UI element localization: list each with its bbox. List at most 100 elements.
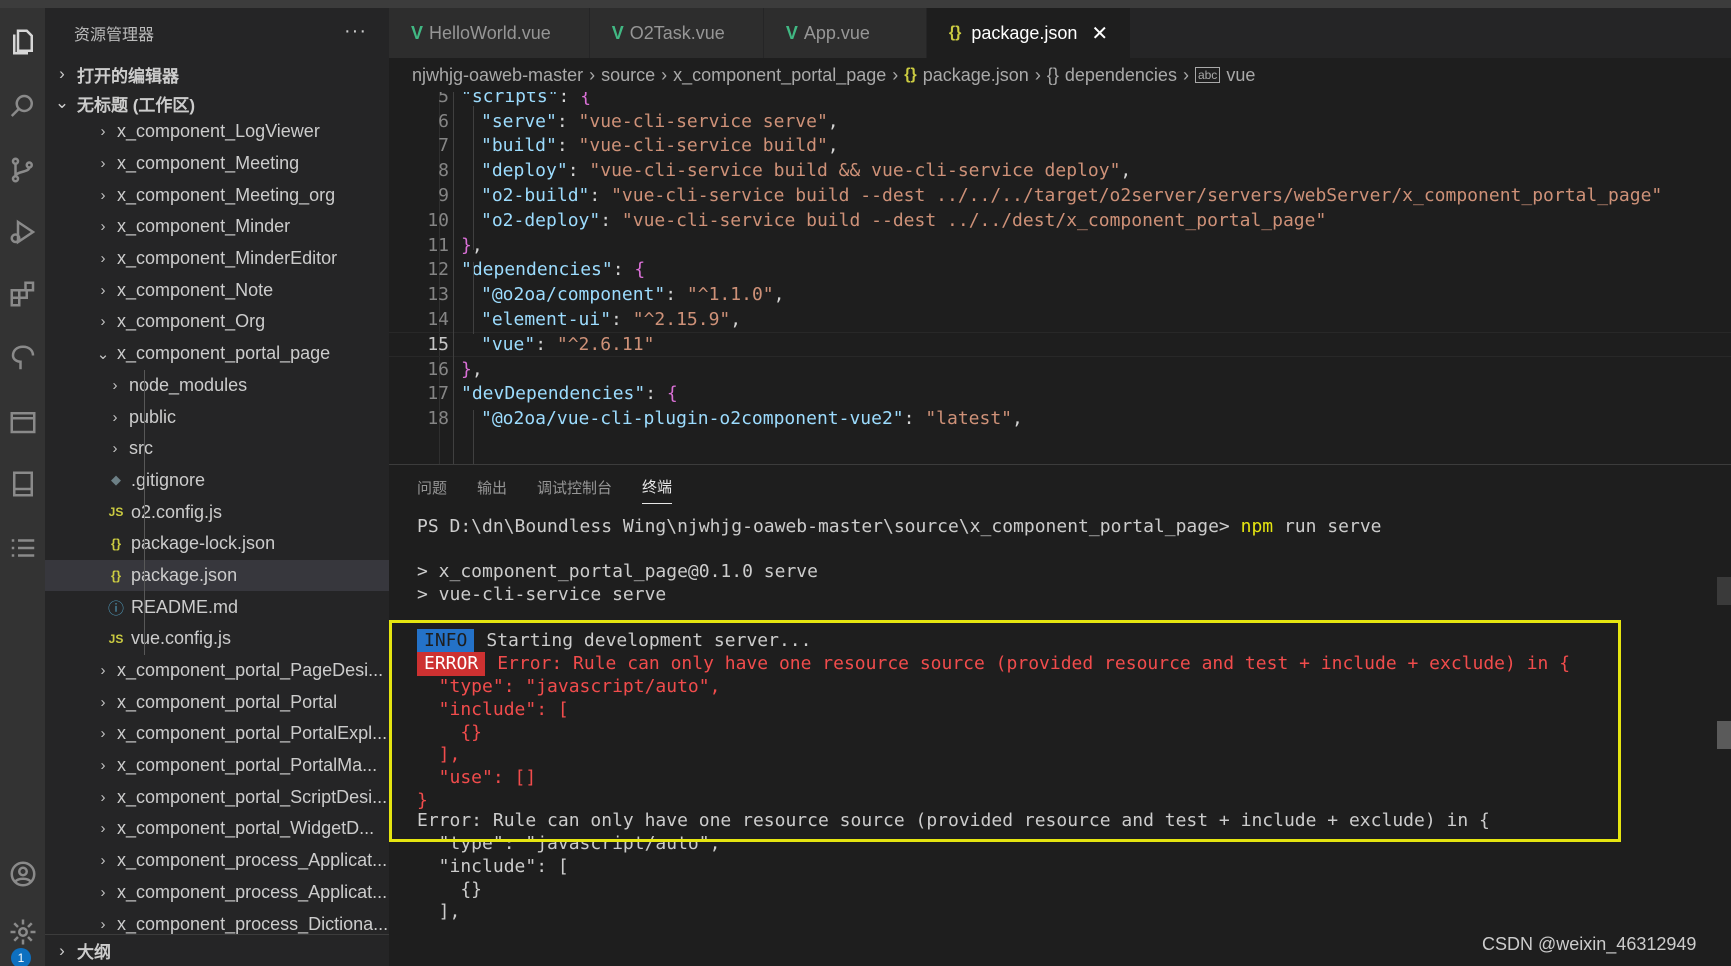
tree-item-label: x_component_Meeting_org — [117, 184, 336, 205]
tree-item[interactable]: › x_component_process_Applicat... — [45, 877, 389, 909]
tree-item[interactable]: › public — [45, 401, 389, 433]
tree-item-label: x_component_process_Dictiona... — [117, 913, 389, 934]
code-token: "vue-cli-service serve" — [578, 110, 828, 132]
more-actions-icon[interactable]: ··· — [344, 20, 367, 43]
code-token: : — [600, 209, 622, 231]
panel-tab[interactable]: 输出 — [477, 471, 507, 504]
code-token: } — [461, 234, 472, 256]
tree-item[interactable]: ◆ .gitignore — [45, 465, 389, 497]
line-number: 12 — [427, 259, 449, 281]
remote-icon[interactable] — [0, 334, 45, 382]
plain-detail-line: "include": [ — [417, 855, 569, 877]
tree-item[interactable]: › x_component_Org — [45, 306, 389, 338]
panel-tab[interactable]: 调试控制台 — [537, 471, 612, 504]
source-control-icon[interactable] — [0, 146, 45, 194]
code-token: : — [665, 284, 687, 306]
file-tree: › x_component_LogViewer › x_component_Meeti… — [45, 116, 389, 940]
tree-item[interactable]: › src — [45, 433, 389, 465]
tree-item[interactable]: JS o2.config.js — [45, 496, 389, 528]
code-token: { — [634, 259, 646, 281]
sidebar-title: 资源管理器 — [74, 27, 155, 44]
line-number: 11 — [427, 234, 449, 256]
tree-item[interactable]: › x_component_portal_Portal — [45, 686, 389, 718]
chevron-right-icon: › — [112, 408, 118, 426]
chevron-right-icon: › — [100, 281, 106, 299]
panel-tab[interactable]: 终端 — [642, 470, 673, 504]
workspace-section[interactable]: ⌄ 无标题 (工作区) — [45, 90, 389, 116]
files-icon[interactable] — [0, 18, 45, 66]
title-strip — [0, 0, 1731, 8]
tree-item-label: package-lock.json — [131, 533, 276, 554]
extensions-icon[interactable] — [0, 270, 45, 318]
tree-item[interactable]: ⓘ README.md — [45, 591, 389, 623]
tree-item[interactable]: › x_component_portal_PortalMa... — [45, 750, 389, 782]
editor-tab-bar: V HelloWorld.vue V O2Task.vue V App.vue{} pack… — [389, 8, 1731, 58]
open-editors-section[interactable]: › 打开的编辑器 — [45, 58, 389, 90]
tab-o2task-vue[interactable]: V O2Task.vue — [589, 8, 764, 58]
code-text: }, — [461, 359, 483, 380]
plain-detail-line: {} — [417, 878, 483, 900]
code-token: "devDependencies" — [461, 383, 646, 405]
code-token: "serve" — [481, 110, 557, 132]
tree-item[interactable]: › node_modules — [45, 370, 389, 402]
chevron-right-icon: › — [112, 376, 118, 394]
file-type-icon: JS — [108, 505, 124, 520]
code-editor[interactable]: 5 "scripts": {6 "serve": "vue-cli-service … — [389, 92, 1731, 464]
terminal-scrollbar-track[interactable] — [1717, 577, 1731, 605]
code-line: 10 "o2-deploy": "vue-cli-service build --… — [389, 208, 1731, 233]
run-debug-icon[interactable] — [0, 208, 45, 256]
chevron-right-icon: › — [100, 725, 106, 743]
tab-helloworld-vue[interactable]: V HelloWorld.vue — [389, 8, 590, 58]
terminal-scrollbar[interactable] — [1717, 721, 1731, 749]
code-text: "vue": "^2.6.11" — [481, 334, 654, 355]
panel-tab[interactable]: 问题 — [417, 471, 447, 504]
tree-item[interactable]: › x_component_portal_WidgetD... — [45, 813, 389, 845]
tree-item[interactable]: › x_component_LogViewer — [45, 116, 389, 148]
code-token: , — [827, 110, 839, 132]
tree-item[interactable]: › x_component_portal_PageDesi... — [45, 655, 389, 687]
breadcrumb-item[interactable]: source — [601, 65, 655, 86]
breadcrumb-item[interactable]: package.json — [923, 65, 1029, 86]
code-text: "scripts": { — [461, 92, 591, 107]
tree-item[interactable]: › x_component_Note — [45, 274, 389, 306]
code-token: : — [556, 135, 579, 157]
tree-item[interactable]: › x_component_MinderEditor — [45, 243, 389, 275]
tree-item[interactable]: ⌄ x_component_portal_page — [45, 338, 389, 370]
tree-item[interactable]: › x_component_Minder — [45, 211, 389, 243]
tree-item-label: x_component_process_Applicat... — [117, 881, 388, 902]
code-token: "latest" — [925, 408, 1013, 430]
tree-item[interactable]: › x_component_portal_ScriptDesi... — [45, 781, 389, 813]
code-token: : — [612, 259, 635, 281]
tree-item[interactable]: › x_component_portal_PortalExpl... — [45, 718, 389, 750]
breadcrumb-item[interactable]: njwhjg-oaweb-master — [412, 65, 583, 86]
code-token: "vue-cli-service build --dest ../../dest… — [621, 209, 1327, 231]
breadcrumb-item[interactable]: x_component_portal_page — [673, 65, 886, 86]
code-token: : — [611, 309, 633, 331]
book-icon[interactable] — [0, 460, 45, 508]
code-line: 13 "@o2oa/component": "^1.1.0", — [389, 282, 1731, 307]
code-token: : — [903, 408, 926, 430]
tree-item[interactable]: JS vue.config.js — [45, 623, 389, 655]
browser-icon[interactable] — [0, 398, 45, 446]
prompt-text: PS D:\dn\Boundless Wing\njwhjg-oaweb-mas… — [417, 516, 1241, 537]
tree-item[interactable]: {} package.json — [45, 559, 389, 592]
outline-section[interactable]: › 大纲 — [45, 934, 389, 966]
breadcrumb-item[interactable]: vue — [1226, 65, 1255, 86]
code-line: 16}, — [389, 357, 1731, 382]
tab-label: App.vue — [803, 22, 870, 43]
tree-item[interactable]: {} package-lock.json — [45, 528, 389, 560]
tree-item[interactable]: › x_component_Meeting_org — [45, 179, 389, 211]
code-text: "deploy": "vue-cli-service build && vue-… — [481, 160, 1131, 181]
code-token: "o2-deploy" — [481, 209, 601, 231]
account-icon[interactable] — [0, 850, 45, 898]
code-token: "deploy" — [481, 160, 568, 182]
search-icon[interactable] — [0, 82, 45, 130]
indent-guide — [473, 106, 474, 250]
tree-item[interactable]: › x_component_Meeting — [45, 148, 389, 180]
list-icon[interactable] — [0, 524, 45, 572]
close-icon[interactable]: ✕ — [1091, 21, 1108, 46]
breadcrumb-item[interactable]: dependencies — [1065, 65, 1177, 86]
tree-item[interactable]: › x_component_process_Applicat... — [45, 845, 389, 877]
tab-app-vue[interactable]: V App.vue — [763, 8, 927, 58]
tab-package-json[interactable]: {} package.json ✕ — [926, 8, 1132, 58]
